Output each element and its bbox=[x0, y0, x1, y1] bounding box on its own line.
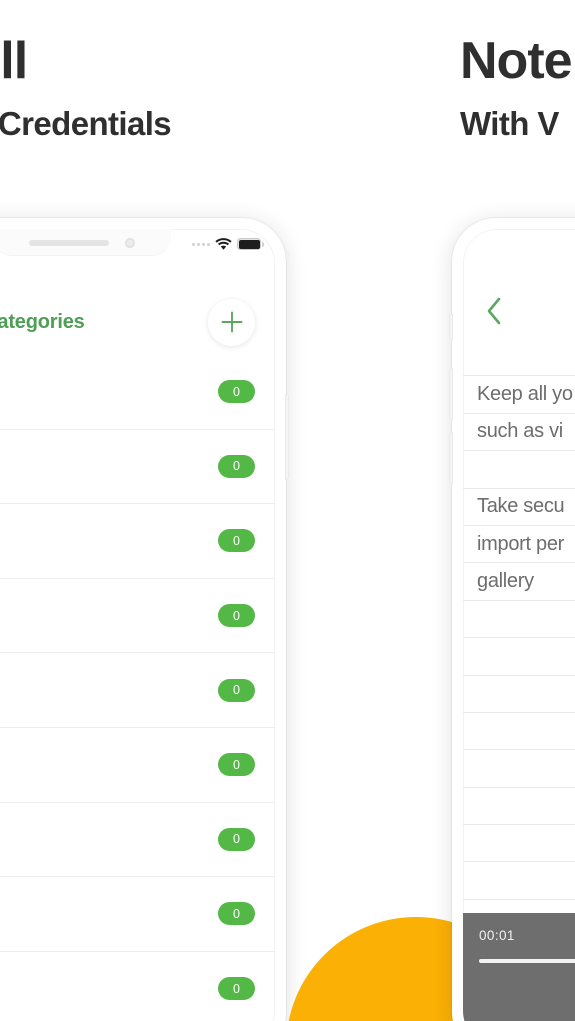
headline-right-line1: Note bbox=[460, 32, 573, 90]
category-row[interactable]: ccounts0 bbox=[0, 728, 275, 803]
category-row[interactable]: Cards0 bbox=[0, 504, 275, 579]
category-row[interactable]: se0 bbox=[0, 579, 275, 654]
category-count-badge: 0 bbox=[218, 380, 255, 404]
category-name: se bbox=[0, 604, 218, 627]
category-row[interactable]: ing0 bbox=[0, 653, 275, 728]
note-line bbox=[463, 750, 575, 788]
status-bar-left bbox=[0, 229, 275, 259]
mute-switch-right-phone[interactable] bbox=[449, 314, 453, 340]
wifi-icon bbox=[215, 238, 232, 250]
status-bar-right: 7:26 bbox=[463, 229, 575, 259]
category-count-badge: 0 bbox=[218, 604, 255, 628]
video-current-time: 00:01 bbox=[479, 928, 515, 943]
category-list[interactable]: ccount0ter Logins0Cards0se0ing0ccounts0n… bbox=[0, 355, 275, 1021]
phone-device-right: 7:26 Keep all yo such as vi Take secu impor… bbox=[449, 218, 575, 1021]
note-line: import per bbox=[463, 526, 575, 564]
status-bar-right-slot bbox=[192, 238, 264, 250]
category-name: Networks bbox=[0, 977, 218, 1000]
note-nav-bar bbox=[463, 283, 575, 339]
note-line: Take secu bbox=[463, 489, 575, 526]
note-line bbox=[463, 601, 575, 639]
note-line bbox=[463, 713, 575, 751]
note-line bbox=[463, 638, 575, 676]
category-count-badge: 0 bbox=[218, 902, 255, 926]
note-line: gallery bbox=[463, 563, 575, 601]
add-category-button[interactable] bbox=[208, 298, 255, 346]
headline-right: Note With V bbox=[460, 34, 575, 142]
headline-left: ct All rds & Credentials bbox=[0, 34, 328, 142]
note-line bbox=[463, 825, 575, 863]
volume-down-button-right-phone[interactable] bbox=[449, 432, 453, 484]
note-line-text: gallery bbox=[477, 570, 534, 593]
antenna-band-left-phone bbox=[285, 252, 289, 259]
video-progress-bar[interactable] bbox=[479, 959, 575, 963]
phone-screen-right: 7:26 Keep all yo such as vi Take secu impor… bbox=[463, 229, 575, 1021]
category-count-badge: 0 bbox=[218, 753, 255, 777]
category-name: ccount bbox=[0, 380, 218, 403]
category-count-badge: 0 bbox=[218, 454, 255, 478]
phone-device-left: ssword Categories ccount0ter Logins0Card… bbox=[0, 218, 289, 1021]
volume-up-button-right-phone[interactable] bbox=[449, 368, 453, 420]
category-name: ing bbox=[0, 679, 218, 702]
note-line-text: Take secu bbox=[477, 495, 565, 518]
note-line bbox=[463, 339, 575, 377]
note-line-text: such as vi bbox=[477, 420, 563, 443]
video-player-overlay[interactable]: 00:01 سلاحجه bbox=[463, 913, 575, 1021]
category-name: ccounts bbox=[0, 753, 218, 776]
category-name: nger bbox=[0, 828, 218, 851]
note-line bbox=[463, 788, 575, 826]
headline-left-line2: rds & Credentials bbox=[0, 104, 172, 142]
category-count-badge: 0 bbox=[218, 529, 255, 553]
category-count-badge: 0 bbox=[218, 678, 255, 702]
video-watermark: سلاحجه bbox=[463, 969, 575, 1021]
note-line bbox=[463, 862, 575, 900]
power-button-left-phone[interactable] bbox=[285, 394, 289, 480]
app-header: ssword Categories bbox=[0, 291, 275, 353]
promo-stage: ct All rds & Credentials Note With V bbox=[0, 0, 575, 1021]
category-name: Cards bbox=[0, 529, 218, 552]
note-line: such as vi bbox=[463, 414, 575, 452]
category-row[interactable]: ter Logins0 bbox=[0, 430, 275, 505]
category-row[interactable]: Networks0 bbox=[0, 952, 275, 1021]
category-name: ter Logins bbox=[0, 455, 218, 478]
category-row[interactable]: ccount0 bbox=[0, 355, 275, 430]
signal-dots-icon bbox=[192, 242, 210, 246]
category-row[interactable]: 0 bbox=[0, 877, 275, 952]
status-bar-time-slot: 7:26 bbox=[477, 236, 575, 253]
note-line-text: Keep all yo bbox=[477, 383, 573, 406]
headline-left-line1: ct All bbox=[0, 32, 28, 90]
plus-icon bbox=[219, 309, 245, 335]
chevron-left-icon[interactable] bbox=[485, 296, 503, 326]
headline-right-line2: With V bbox=[460, 104, 559, 142]
note-line: Keep all yo bbox=[463, 376, 575, 414]
note-line-text: import per bbox=[477, 532, 565, 555]
category-row[interactable]: nger0 bbox=[0, 803, 275, 878]
note-line bbox=[463, 451, 575, 489]
page-title: ssword Categories bbox=[0, 310, 85, 333]
category-count-badge: 0 bbox=[218, 977, 255, 1001]
category-count-badge: 0 bbox=[218, 827, 255, 851]
battery-full-icon bbox=[237, 238, 264, 250]
phone-screen-left: ssword Categories ccount0ter Logins0Card… bbox=[0, 229, 275, 1021]
note-line bbox=[463, 676, 575, 713]
